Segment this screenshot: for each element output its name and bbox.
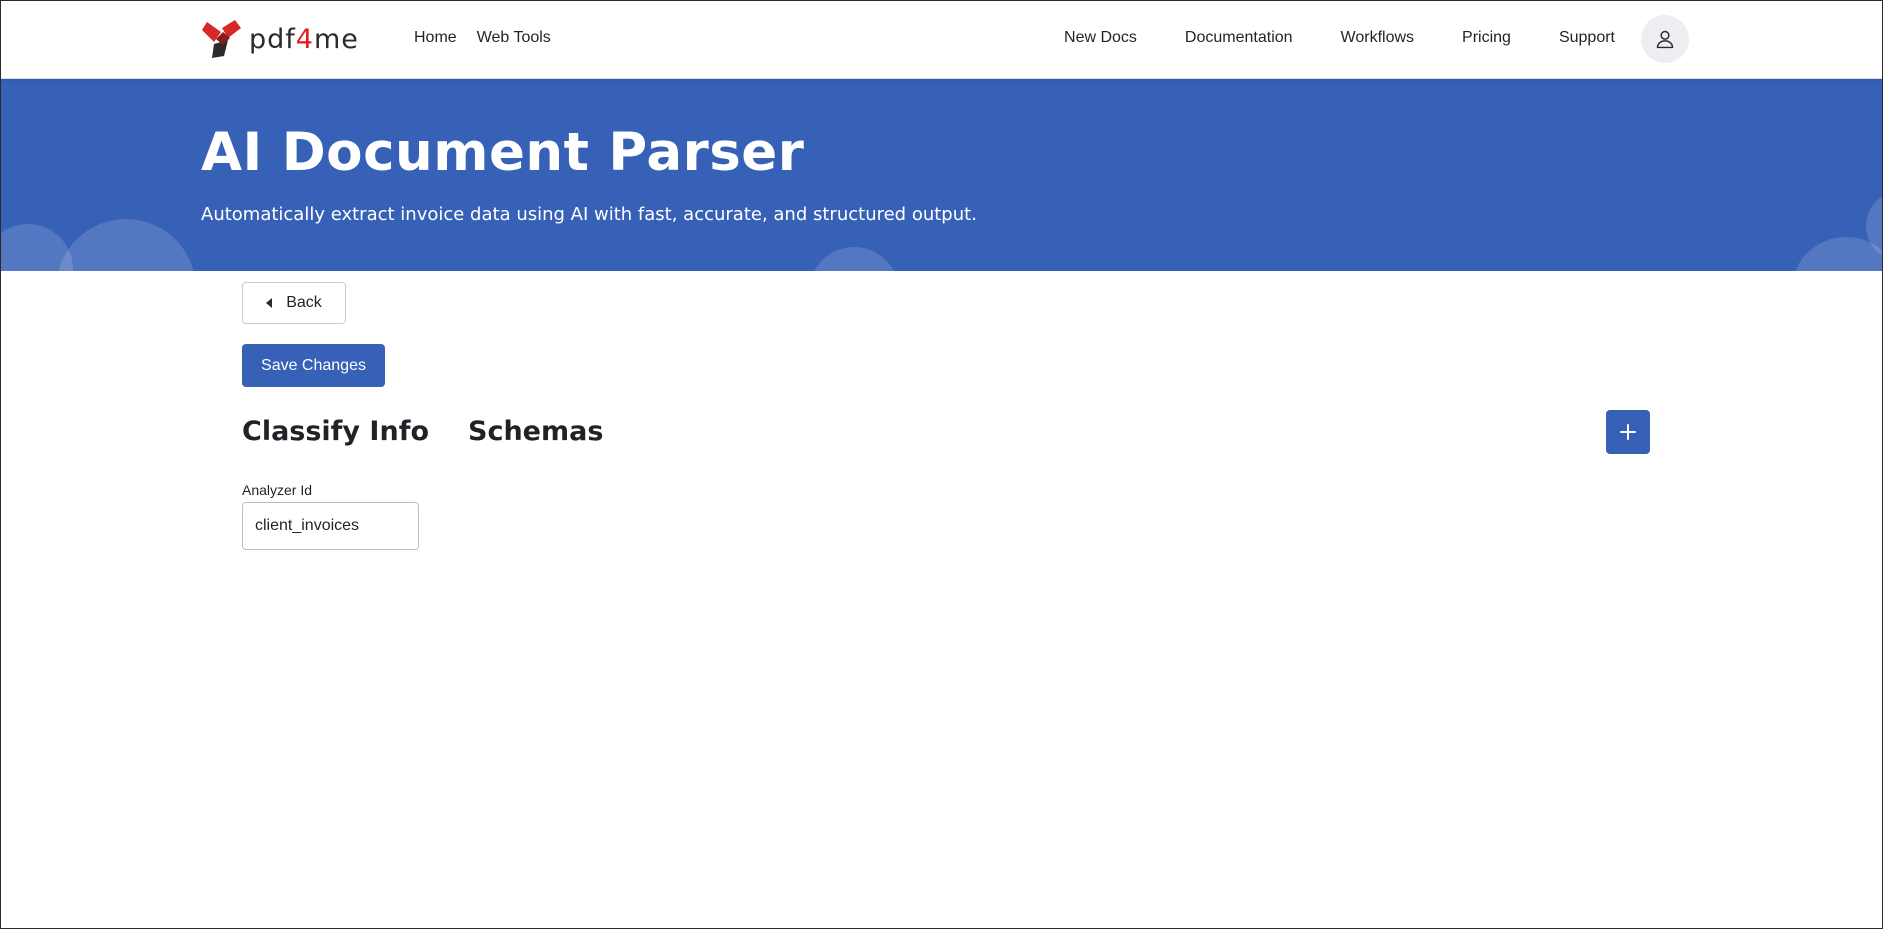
top-navbar: pdf4me Home Web Tools New Docs Documenta… (1, 1, 1882, 79)
analyzer-id-label: Analyzer Id (242, 482, 313, 498)
page: pdf4me Home Web Tools New Docs Documenta… (0, 0, 1883, 929)
hero-cloud-decoration (809, 247, 899, 271)
nav-link-pricing[interactable]: Pricing (1462, 26, 1511, 50)
nav-link-web-tools[interactable]: Web Tools (477, 26, 551, 50)
nav-link-workflows[interactable]: Workflows (1341, 26, 1415, 50)
hero-cloud-decoration (56, 219, 196, 271)
caret-left-icon (266, 298, 273, 308)
logo-four: 4 (295, 23, 314, 55)
nav-link-documentation[interactable]: Documentation (1185, 26, 1293, 50)
nav-link-support[interactable]: Support (1559, 26, 1615, 50)
save-changes-button[interactable]: Save Changes (242, 344, 385, 387)
page-subtitle: Automatically extract invoice data using… (201, 204, 977, 225)
hero-cloud-decoration (1791, 237, 1882, 271)
logo-prefix: pdf (249, 23, 296, 55)
plus-icon (1620, 424, 1636, 440)
logo-wordmark: pdf4me (249, 26, 359, 53)
tab-classify-info[interactable]: Classify Info (242, 413, 429, 451)
nav-link-new-docs[interactable]: New Docs (1064, 26, 1137, 50)
pdf4me-logo-icon (202, 20, 241, 58)
analyzer-id-input[interactable] (242, 502, 419, 550)
back-button[interactable]: Back (242, 282, 346, 324)
pdf4me-logo[interactable]: pdf4me (201, 18, 359, 60)
logo-suffix: me (313, 23, 359, 55)
nav-link-home[interactable]: Home (414, 26, 457, 50)
user-icon (1656, 30, 1674, 49)
page-title: AI Document Parser (201, 122, 805, 183)
add-schema-button[interactable] (1606, 410, 1650, 454)
tab-schemas[interactable]: Schemas (468, 413, 603, 451)
account-button[interactable] (1641, 15, 1689, 63)
primary-nav: Home Web Tools (414, 26, 551, 50)
hero-banner: AI Document Parser Automatically extract… (1, 79, 1882, 271)
secondary-nav: New Docs Documentation Workflows Pricing… (1064, 26, 1615, 50)
back-button-label: Back (286, 294, 322, 311)
